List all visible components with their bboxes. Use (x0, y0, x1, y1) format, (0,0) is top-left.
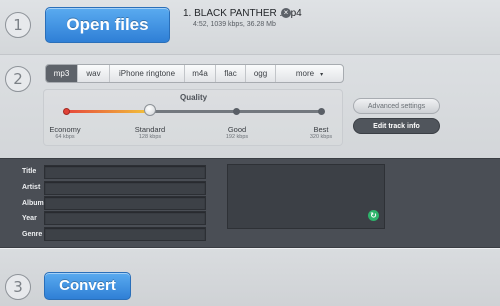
step-number-2: 2 (5, 66, 31, 92)
edit-track-info-button[interactable]: Edit track info (353, 118, 440, 134)
cover-art-area[interactable] (227, 164, 385, 229)
chevron-down-icon: ▾ (320, 72, 324, 78)
close-circle-icon[interactable]: × (281, 8, 291, 18)
step-number-1: 1 (5, 12, 31, 38)
quality-stop-best[interactable] (318, 108, 325, 115)
quality-level-best: Best (313, 125, 329, 134)
artist-field[interactable] (44, 181, 206, 195)
tab-mp3[interactable]: mp3 (46, 65, 78, 82)
tab-flac[interactable]: flac (216, 65, 246, 82)
tab-iphone-ringtone[interactable]: iPhone ringtone (110, 65, 185, 82)
year-field[interactable] (44, 211, 206, 225)
tab-ogg[interactable]: ogg (246, 65, 276, 82)
artist-label: Artist (22, 184, 41, 191)
quality-stop-good[interactable] (233, 108, 240, 115)
title-label: Title (22, 168, 37, 175)
quality-rate-economy: 64 kbps (55, 134, 75, 140)
year-label: Year (22, 215, 37, 222)
quality-rate-best: 320 kbps (309, 134, 333, 140)
format-tabs: mp3 wav iPhone ringtone m4a flac ogg mor… (45, 64, 344, 83)
title-field[interactable] (44, 165, 206, 179)
quality-level-economy: Economy (49, 125, 81, 134)
genre-label: Genre (22, 231, 43, 238)
quality-slider-fill (66, 110, 150, 113)
quality-title: Quality (180, 93, 208, 102)
step-number-3: 3 (5, 274, 31, 300)
tab-m4a[interactable]: m4a (185, 65, 216, 82)
tab-wav[interactable]: wav (78, 65, 110, 82)
album-field[interactable] (44, 196, 206, 210)
refresh-icon[interactable]: ↻ (368, 210, 379, 221)
open-files-button[interactable]: Open files (45, 7, 170, 43)
quality-slider-knob[interactable] (144, 104, 156, 116)
advanced-settings-button[interactable]: Advanced settings (353, 98, 440, 114)
quality-rate-standard: 128 kbps (138, 134, 162, 140)
tab-more[interactable]: more ▾ (276, 65, 343, 82)
quality-stop-economy[interactable] (63, 108, 70, 115)
quality-level-standard: Standard (134, 125, 166, 134)
file-meta: 4:52, 1039 kbps, 36.28 Mb (193, 21, 276, 28)
quality-rate-good: 192 kbps (225, 134, 249, 140)
genre-field[interactable] (44, 227, 206, 241)
album-label: Album (22, 200, 44, 207)
quality-level-good: Good (227, 125, 247, 134)
convert-button[interactable]: Convert (44, 272, 131, 300)
tab-more-label: more (295, 69, 315, 78)
